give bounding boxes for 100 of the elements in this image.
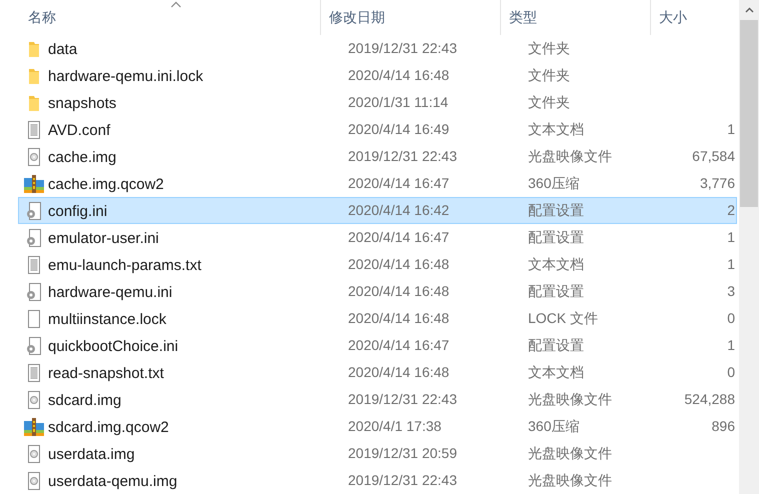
modified-date: 2020/4/14 16:47 bbox=[348, 174, 450, 190]
file-name: sdcard.img bbox=[48, 390, 122, 411]
column-header[interactable]: 类型 bbox=[501, 0, 651, 35]
file-size: 896 bbox=[712, 417, 735, 436]
file-name: cache.img bbox=[48, 148, 116, 168]
file-size: 1 bbox=[727, 255, 735, 274]
file-name: cache.img.qcow2 bbox=[48, 174, 164, 195]
settings-file-icon bbox=[25, 228, 43, 246]
modified-date: 2020/4/14 16:48 bbox=[348, 364, 450, 380]
scroll-thumb[interactable] bbox=[740, 20, 758, 207]
file-type: 360压缩 bbox=[528, 174, 580, 190]
file-row[interactable]: snapshots 2020/1/31 11:14 文件夹 bbox=[18, 89, 737, 116]
folder-icon bbox=[28, 94, 40, 112]
file-type: 文本文档 bbox=[528, 256, 584, 272]
file-type: LOCK 文件 bbox=[528, 310, 598, 326]
file-row[interactable]: sdcard.img 2019/12/31 22:43 光盘映像文件 524,288 bbox=[18, 386, 737, 413]
folder-icon bbox=[28, 40, 40, 58]
modified-date: 2019/12/31 22:43 bbox=[348, 148, 457, 164]
text-file-icon bbox=[26, 256, 42, 274]
settings-file-icon bbox=[25, 336, 43, 354]
file-type: 文件夹 bbox=[528, 40, 570, 56]
file-type: 配置设置 bbox=[528, 336, 584, 352]
file-name: read-snapshot.txt bbox=[48, 364, 164, 384]
file-row[interactable]: config.ini 2020/4/14 16:42 配置设置 2 bbox=[18, 197, 737, 224]
folder-icon bbox=[28, 66, 40, 84]
disc-image-file-icon bbox=[26, 472, 42, 490]
file-type: 360压缩 bbox=[528, 418, 580, 434]
modified-date: 2020/4/14 16:42 bbox=[348, 202, 450, 218]
file-name: snapshots bbox=[48, 94, 116, 114]
file-name: config.ini bbox=[48, 202, 108, 222]
file-row[interactable]: emulator-user.ini 2020/4/14 16:47 配置设置 1 bbox=[18, 224, 737, 251]
file-type: 文件夹 bbox=[528, 94, 570, 110]
modified-date: 2019/12/31 22:43 bbox=[348, 390, 457, 406]
file-name: hardware-qemu.ini bbox=[48, 282, 172, 303]
file-size: 1 bbox=[727, 228, 735, 247]
file-type: 光盘映像文件 bbox=[528, 148, 612, 164]
modified-date: 2020/4/14 16:49 bbox=[348, 120, 450, 136]
modified-date: 2020/4/14 16:48 bbox=[348, 310, 450, 326]
disc-image-file-icon bbox=[26, 390, 42, 408]
disc-image-file-icon bbox=[26, 148, 42, 166]
file-type: 文本文档 bbox=[528, 364, 584, 380]
file-size: 2 bbox=[727, 201, 735, 220]
file-type: 文本文档 bbox=[528, 120, 584, 136]
file-row[interactable]: hardware-qemu.ini 2020/4/14 16:48 配置设置 3 bbox=[18, 278, 737, 305]
modified-date: 2019/12/31 22:43 bbox=[348, 472, 457, 488]
modified-date: 2020/1/31 11:14 bbox=[348, 94, 448, 110]
file-name: quickbootChoice.ini bbox=[48, 336, 178, 357]
text-file-icon bbox=[26, 364, 42, 382]
file-row[interactable]: cache.img 2019/12/31 22:43 光盘映像文件 67,584 bbox=[18, 143, 737, 170]
file-size: 1 bbox=[727, 120, 735, 139]
settings-file-icon bbox=[25, 282, 43, 300]
file-row[interactable]: sdcard.img.qcow2 2020/4/1 17:38 360压缩 896 bbox=[18, 413, 737, 440]
modified-date: 2019/12/31 22:43 bbox=[348, 40, 457, 56]
modified-date: 2020/4/14 16:48 bbox=[348, 256, 450, 272]
file-icon bbox=[26, 310, 42, 328]
column-header[interactable]: 名称 bbox=[0, 0, 321, 35]
file-size: 524,288 bbox=[684, 390, 735, 409]
file-row[interactable]: hardware-qemu.ini.lock 2020/4/14 16:48 文件夹 bbox=[18, 62, 737, 89]
file-row[interactable]: userdata-qemu.img 2019/12/31 22:43 光盘映像文件 bbox=[18, 467, 737, 494]
settings-file-icon bbox=[25, 202, 43, 220]
file-size: 67,584 bbox=[692, 147, 735, 166]
file-row[interactable]: data 2019/12/31 22:43 文件夹 bbox=[18, 35, 737, 62]
file-name: userdata.img bbox=[48, 444, 135, 465]
modified-date: 2020/4/14 16:47 bbox=[348, 336, 450, 352]
modified-date: 2019/12/31 20:59 bbox=[348, 444, 457, 460]
file-row[interactable]: cache.img.qcow2 2020/4/14 16:47 360压缩 3,776 bbox=[18, 170, 737, 197]
modified-date: 2020/4/14 16:47 bbox=[348, 228, 450, 244]
file-name: emulator-user.ini bbox=[48, 228, 159, 249]
disc-image-file-icon bbox=[26, 444, 42, 462]
column-header[interactable]: 修改日期 bbox=[321, 0, 501, 35]
column-header[interactable]: 大小 bbox=[651, 0, 719, 35]
file-type: 光盘映像文件 bbox=[528, 390, 612, 406]
file-row[interactable]: userdata.img 2019/12/31 20:59 光盘映像文件 bbox=[18, 440, 737, 467]
file-name: multiinstance.lock bbox=[48, 310, 166, 330]
archive-icon bbox=[24, 418, 44, 436]
file-size: 0 bbox=[727, 309, 735, 328]
file-name: sdcard.img.qcow2 bbox=[48, 418, 169, 438]
file-type: 光盘映像文件 bbox=[528, 444, 612, 460]
file-type: 配置设置 bbox=[528, 228, 584, 244]
scrollbar[interactable] bbox=[739, 0, 759, 494]
file-type: 配置设置 bbox=[528, 202, 584, 218]
file-size: 0 bbox=[727, 363, 735, 382]
file-size: 3,776 bbox=[700, 174, 735, 193]
file-name: data bbox=[48, 40, 78, 60]
file-type: 配置设置 bbox=[528, 282, 584, 298]
modified-date: 2020/4/1 17:38 bbox=[348, 418, 442, 434]
file-type: 文件夹 bbox=[528, 66, 570, 82]
modified-date: 2020/4/14 16:48 bbox=[348, 66, 450, 82]
file-row[interactable]: quickbootChoice.ini 2020/4/14 16:47 配置设置 1 bbox=[18, 332, 737, 359]
sort-caret-icon bbox=[170, 1, 182, 8]
file-size: 1 bbox=[727, 336, 735, 355]
file-row[interactable]: emu-launch-params.txt 2020/4/14 16:48 文本文档 1 bbox=[18, 251, 737, 278]
file-name: hardware-qemu.ini.lock bbox=[48, 66, 204, 87]
archive-icon bbox=[24, 174, 44, 192]
file-row[interactable]: read-snapshot.txt 2020/4/14 16:48 文本文档 0 bbox=[18, 359, 737, 386]
file-row[interactable]: multiinstance.lock 2020/4/14 16:48 LOCK 文件 0 bbox=[18, 305, 737, 332]
file-type: 光盘映像文件 bbox=[528, 472, 612, 488]
file-name: emu-launch-params.txt bbox=[48, 256, 202, 276]
file-size: 3 bbox=[727, 282, 735, 301]
file-row[interactable]: AVD.conf 2020/4/14 16:49 文本文档 1 bbox=[18, 116, 737, 143]
